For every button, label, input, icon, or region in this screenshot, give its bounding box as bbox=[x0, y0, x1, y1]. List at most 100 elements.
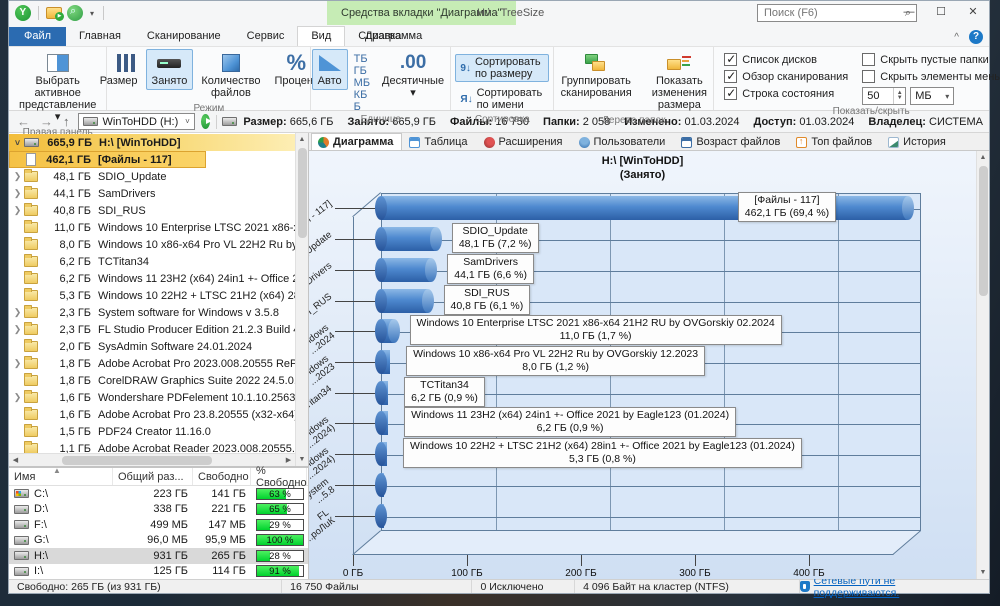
chart-vertical-scrollbar[interactable]: ▲ ▼ bbox=[976, 151, 989, 579]
bar[interactable] bbox=[381, 442, 387, 466]
drive-row[interactable]: H:\931 ГБ265 ГБ28 % bbox=[9, 548, 308, 564]
tab-diagram-context[interactable]: Диаграмма bbox=[341, 27, 446, 46]
bar[interactable] bbox=[381, 504, 384, 528]
expander-icon[interactable]: ❯ bbox=[11, 358, 24, 369]
bar[interactable] bbox=[381, 411, 388, 435]
bar[interactable] bbox=[381, 381, 388, 405]
tab-вид[interactable]: Вид bbox=[297, 26, 345, 46]
tab-главная[interactable]: Главная bbox=[66, 27, 134, 46]
choose-view-button[interactable]: Выбрать активное представление ▾ bbox=[13, 49, 102, 126]
mode-button-bars[interactable]: Размер bbox=[94, 49, 144, 90]
view-tab-users[interactable]: Пользователи bbox=[572, 133, 675, 150]
view-tab-cal[interactable]: Возраст файлов bbox=[674, 133, 789, 150]
tree-row[interactable]: ❯44,1 ГБSamDrivers bbox=[9, 185, 295, 202]
drive-row[interactable]: D:\338 ГБ221 ГБ65 % bbox=[9, 502, 308, 518]
drives-column-header[interactable]: % Свободно bbox=[251, 468, 307, 485]
qat-dropdown-icon[interactable]: ▾ bbox=[88, 9, 96, 18]
collapse-ribbon-icon[interactable]: ^ bbox=[954, 32, 959, 43]
spinner-arrows-icon[interactable]: ▲▼ bbox=[893, 88, 905, 104]
threshold-spinner[interactable]: 50▲▼ bbox=[862, 87, 906, 105]
tree-row[interactable]: 5,3 ГБWindows 10 22H2 + LTSC 21H2 (x64) … bbox=[9, 287, 295, 304]
expander-icon[interactable]: ❯ bbox=[11, 188, 24, 199]
tree-vertical-scrollbar[interactable]: ▲ ▼ bbox=[295, 133, 308, 466]
chart-scroll-up-icon[interactable]: ▲ bbox=[980, 151, 987, 164]
tab-сервис[interactable]: Сервис bbox=[234, 27, 298, 46]
tree-row[interactable]: ❯48,1 ГБSDIO_Update bbox=[9, 168, 295, 185]
close-button[interactable]: ✕ bbox=[957, 1, 989, 25]
help-icon[interactable]: ? bbox=[969, 30, 983, 44]
tree-row[interactable]: 2,0 ГБSysAdmin Software 24.01.2024 bbox=[9, 338, 295, 355]
minimize-button[interactable]: — bbox=[893, 1, 925, 25]
checkbox-right-1[interactable]: Скрыть элементы меньше: bbox=[862, 70, 1000, 83]
checkbox-right-0[interactable]: Скрыть пустые папки bbox=[862, 53, 1000, 66]
tree-row[interactable]: ❯1,6 ГБWondershare PDFelement 10.1.10.25… bbox=[9, 389, 295, 406]
scan-folder-icon[interactable] bbox=[46, 7, 62, 19]
bar[interactable] bbox=[381, 319, 394, 343]
checkbox-left-2[interactable]: Строка состояния bbox=[724, 87, 848, 100]
tree-row[interactable]: ❯40,8 ГБSDI_RUS bbox=[9, 202, 295, 219]
tree-button[interactable]: Группировать сканирования bbox=[555, 49, 638, 102]
mode-button-cube[interactable]: Количество файлов bbox=[195, 49, 266, 102]
bar[interactable] bbox=[381, 227, 436, 251]
checkbox-left-1[interactable]: Обзор сканирования bbox=[724, 70, 848, 83]
expander-icon[interactable]: ❯ bbox=[11, 324, 24, 335]
tab-файл[interactable]: Файл bbox=[9, 27, 66, 46]
scroll-left-icon[interactable]: ◀ bbox=[9, 456, 22, 464]
expander-icon[interactable]: ❯ bbox=[11, 392, 24, 403]
sort-button-1[interactable]: Я↓Сортировать по имени bbox=[455, 85, 549, 113]
scroll-up-icon[interactable]: ▲ bbox=[299, 133, 306, 146]
tree-row[interactable]: 6,2 ГБTCTitan34 bbox=[9, 253, 295, 270]
tree-row[interactable]: ❯2,3 ГБFL Studio Producer Edition 21.2.3… bbox=[9, 321, 295, 338]
scroll-right-icon[interactable]: ▶ bbox=[282, 456, 295, 464]
threshold-unit-dropdown[interactable]: МБ▾ bbox=[910, 87, 954, 105]
tree-row[interactable]: 1,8 ГБCorelDRAW Graphics Suite 2022 24.5… bbox=[9, 372, 295, 389]
tree-row[interactable]: 11,0 ГБWindows 10 Enterprise LTSC 2021 x… bbox=[9, 219, 295, 236]
tree-row[interactable]: 1,5 ГБPDF24 Creator 11.16.0 bbox=[9, 423, 295, 440]
folder-icon bbox=[24, 290, 38, 301]
start-scan-button[interactable] bbox=[201, 114, 210, 129]
hscroll-thumb[interactable] bbox=[62, 456, 212, 465]
drive-row[interactable]: C:\223 ГБ141 ГБ63 % bbox=[9, 486, 308, 502]
unit-auto-button[interactable]: Авто bbox=[312, 49, 348, 90]
chart-vscroll-thumb[interactable] bbox=[979, 166, 988, 296]
drive-row[interactable]: G:\96,0 МБ95,9 МБ100 % bbox=[9, 533, 308, 549]
tree-row[interactable]: 6,2 ГБWindows 11 23H2 (x64) 24in1 +- Off… bbox=[9, 270, 295, 287]
view-tab-table[interactable]: Таблица bbox=[402, 133, 476, 150]
drives-column-header[interactable]: Свободно bbox=[193, 468, 251, 485]
tree-row[interactable]: ˅665,9 ГБH:\ [WinToHDD] bbox=[9, 134, 295, 151]
mode-button-hdd[interactable]: Занято bbox=[146, 49, 194, 90]
expander-icon[interactable]: ˅ bbox=[11, 138, 24, 148]
expander-icon[interactable]: ❯ bbox=[11, 307, 24, 318]
tree-row[interactable]: 1,1 ГБAdobe Acrobat Reader 2023.008.2055… bbox=[9, 440, 295, 453]
drive-row[interactable]: F:\499 МБ147 МБ29 % bbox=[9, 517, 308, 533]
view-tab-pie[interactable]: Диаграмма bbox=[311, 133, 402, 150]
bar[interactable] bbox=[381, 350, 390, 374]
view-tab-hist[interactable]: История bbox=[881, 133, 955, 150]
tree-row[interactable]: ❯2,3 ГБSystem software for Windows v 3.5… bbox=[9, 304, 295, 321]
checkbox-left-0[interactable]: Список дисков bbox=[724, 53, 848, 66]
vscroll-thumb[interactable] bbox=[298, 148, 307, 238]
maximize-button[interactable]: ☐ bbox=[925, 1, 957, 25]
bar[interactable] bbox=[381, 289, 428, 313]
view-tab-ext[interactable]: Расширения bbox=[477, 133, 572, 150]
drives-header[interactable]: ИмяОбщий раз...Свободно% Свободно▲ bbox=[9, 468, 308, 486]
bar[interactable] bbox=[381, 258, 431, 282]
tree-horizontal-scrollbar[interactable]: ◀ ▶ bbox=[9, 453, 295, 466]
view-tab-top[interactable]: Топ файлов bbox=[789, 133, 881, 150]
expander-icon[interactable]: ❯ bbox=[11, 171, 24, 182]
expander-icon[interactable]: ❯ bbox=[11, 205, 24, 216]
tree-row[interactable]: 8,0 ГБWindows 10 x86-x64 Pro VL 22H2 Ru … bbox=[9, 236, 295, 253]
tree-row[interactable]: 1,6 ГБAdobe Acrobat Pro 23.8.20555 (x32-… bbox=[9, 406, 295, 423]
decimals-button[interactable]: .00 Десятичные ▾ bbox=[376, 49, 450, 102]
tree-row[interactable]: ❯1,8 ГБAdobe Acrobat Pro 2023.008.20555 … bbox=[9, 355, 295, 372]
drive-row[interactable]: I:\125 ГБ114 ГБ91 % bbox=[9, 564, 308, 580]
bar[interactable] bbox=[381, 473, 384, 497]
unit-letters[interactable]: ТБ ГБ МБ КБ Б bbox=[350, 49, 374, 113]
tree-button[interactable]: Показать изменения размера bbox=[646, 49, 713, 114]
sort-button-0[interactable]: 9↓Сортировать по размеру bbox=[455, 54, 549, 82]
drives-column-header[interactable]: Общий раз... bbox=[113, 468, 193, 485]
tab-сканирование[interactable]: Сканирование bbox=[134, 27, 234, 46]
rescan-icon[interactable] bbox=[67, 5, 83, 21]
drives-column-header[interactable]: Имя bbox=[9, 468, 113, 485]
tree-row[interactable]: 462,1 ГБ[Файлы - 117] bbox=[9, 151, 295, 168]
